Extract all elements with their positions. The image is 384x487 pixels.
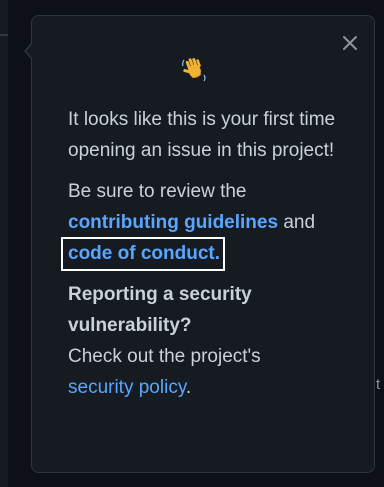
intro-paragraph: It looks like this is your first time op… bbox=[68, 104, 358, 166]
left-edge-strip bbox=[0, 0, 8, 487]
security-policy-link[interactable]: security policy bbox=[68, 377, 186, 398]
code-of-conduct-link[interactable]: code of conduct. bbox=[61, 237, 225, 271]
contributing-guidelines-link[interactable]: contributing guidelines bbox=[68, 212, 278, 233]
review-and-text: and bbox=[283, 212, 316, 233]
review-prefix-text: Be sure to review the bbox=[68, 181, 247, 202]
waving-hand-icon bbox=[180, 55, 208, 83]
popover-body: It looks like this is your first time op… bbox=[61, 104, 358, 413]
close-button[interactable] bbox=[337, 30, 363, 56]
review-paragraph: Be sure to review the contributing guide… bbox=[61, 176, 358, 271]
security-suffix-text: . bbox=[185, 377, 192, 398]
intro-text: It looks like this is your first time op… bbox=[68, 109, 336, 161]
security-paragraph: Reporting a security vulnerability? Chec… bbox=[68, 279, 358, 403]
left-edge-divider bbox=[0, 34, 8, 36]
security-heading: Reporting a security vulnerability? bbox=[68, 284, 252, 336]
close-icon bbox=[343, 36, 357, 50]
background-text-fragment: t bbox=[376, 376, 381, 393]
security-prefix-text: Check out the project's bbox=[68, 346, 261, 367]
popover-caret bbox=[26, 43, 33, 59]
